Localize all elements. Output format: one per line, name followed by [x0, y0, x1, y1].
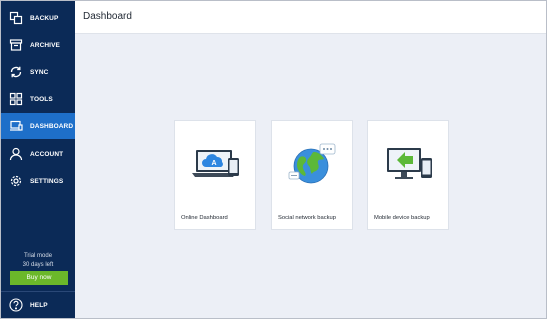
sidebar-item-label: ACCOUNT	[30, 150, 64, 158]
sidebar-item-label: SETTINGS	[30, 177, 64, 185]
sync-icon	[9, 65, 23, 79]
svg-text:A: A	[211, 160, 216, 167]
archive-icon	[9, 38, 23, 52]
account-icon	[9, 147, 23, 161]
trial-mode-text: Trial mode	[23, 253, 53, 259]
sidebar-item-archive[interactable]: ARCHIVE	[1, 32, 75, 58]
sidebar-item-label: ARCHIVE	[30, 41, 60, 49]
card-label: Social network backup	[278, 215, 336, 221]
settings-icon	[9, 174, 23, 188]
tools-icon	[9, 92, 23, 106]
sidebar-item-label: BACKUP	[30, 14, 59, 22]
sidebar: BACKUP ARCHIVE SYNC TOOLS DASHBOARD ACCO…	[1, 1, 75, 318]
sidebar-item-label: HELP	[30, 301, 48, 309]
dashboard-icon	[9, 119, 23, 133]
laptop-cloud-icon: A	[175, 135, 257, 193]
online-dashboard-card[interactable]: A Online Dashboard	[174, 120, 256, 230]
backup-icon	[9, 11, 23, 25]
card-label: Mobile device backup	[374, 215, 430, 221]
buy-now-button[interactable]: Buy now	[10, 271, 68, 285]
help-icon	[9, 298, 23, 312]
sidebar-item-label: SYNC	[30, 68, 49, 76]
sidebar-item-settings[interactable]: SETTINGS	[1, 168, 75, 194]
monitor-phone-icon	[368, 135, 450, 193]
sidebar-item-backup[interactable]: BACKUP	[1, 5, 75, 31]
card-label: Online Dashboard	[181, 215, 228, 221]
sidebar-item-dashboard[interactable]: DASHBOARD	[1, 113, 75, 139]
sidebar-item-label: DASHBOARD	[30, 122, 74, 130]
header: Dashboard	[75, 1, 546, 34]
trial-days-left: 30 days left	[22, 262, 54, 268]
sidebar-item-label: TOOLS	[30, 95, 53, 103]
sidebar-item-account[interactable]: ACCOUNT	[1, 141, 75, 167]
social-network-backup-card[interactable]: Social network backup	[271, 120, 353, 230]
app-window: BACKUP ARCHIVE SYNC TOOLS DASHBOARD ACCO…	[0, 0, 547, 319]
globe-chat-icon	[272, 135, 354, 193]
sidebar-item-sync[interactable]: SYNC	[1, 59, 75, 85]
page-title: Dashboard	[83, 11, 132, 22]
sidebar-item-help[interactable]: HELP	[1, 292, 75, 318]
mobile-device-backup-card[interactable]: Mobile device backup	[367, 120, 449, 230]
main-content: A Online Dashboard Social network backup…	[75, 34, 546, 318]
sidebar-item-tools[interactable]: TOOLS	[1, 86, 75, 112]
